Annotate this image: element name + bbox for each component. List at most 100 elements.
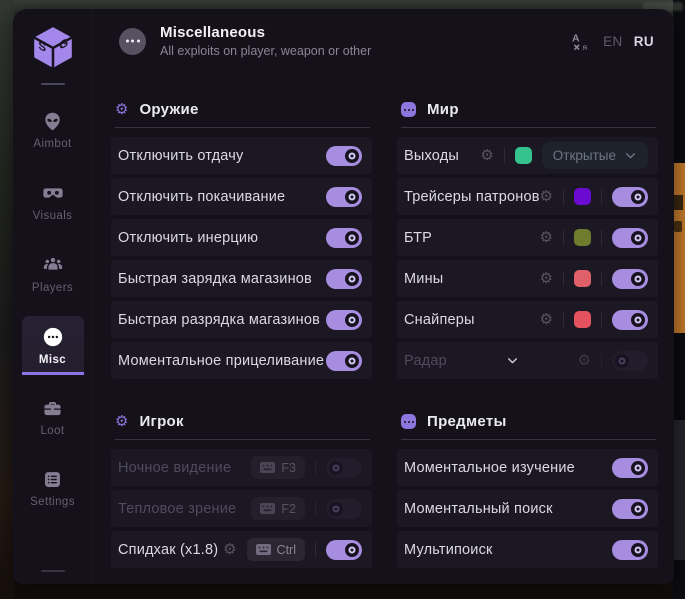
keybind-label: Ctrl: [277, 543, 296, 557]
toggle-switch[interactable]: [612, 458, 648, 478]
section-divider: [115, 127, 370, 128]
row-controls: ⚙: [540, 310, 648, 330]
sidebar-item-loot[interactable]: Loot: [22, 388, 84, 446]
toggle-switch[interactable]: [326, 540, 362, 560]
chevron-down-icon[interactable]: [506, 354, 519, 367]
toggle-switch[interactable]: [612, 499, 648, 519]
dropdown-select[interactable]: Открытые: [542, 142, 648, 169]
control-separator: [563, 312, 564, 327]
toggle-switch[interactable]: [326, 146, 362, 166]
setting-row: Снайперы⚙: [397, 301, 658, 338]
language-ru-button[interactable]: RU: [634, 34, 654, 49]
keybind-label: F2: [281, 502, 296, 516]
background-detail: [674, 420, 685, 560]
setting-row: Отключить отдачу: [111, 137, 372, 174]
group-icon: [42, 256, 64, 273]
setting-row: Выходы ⚙ Открытые: [397, 137, 658, 174]
toggle-switch[interactable]: [612, 187, 648, 207]
svg-text:A: A: [572, 32, 580, 44]
keybind-badge[interactable]: F2: [251, 497, 305, 520]
setting-label: Быстрая разрядка магазинов: [118, 312, 320, 328]
toggle-knob: [345, 543, 359, 557]
setting-row: Мины⚙: [397, 260, 658, 297]
row-spacer: [447, 354, 578, 367]
setting-label: Моментальное изучение: [404, 460, 575, 476]
content: ⚙ Оружие Отключить отдачуОтключить покач…: [93, 73, 674, 584]
control-separator: [315, 542, 316, 557]
background-left: [0, 0, 14, 599]
color-swatch[interactable]: [574, 229, 591, 246]
briefcase-icon: [42, 400, 63, 417]
background-orange-object: [673, 163, 685, 333]
chevron-down-icon: [624, 149, 637, 162]
setting-row: Отключить покачивание: [111, 178, 372, 215]
row-controls: [612, 499, 648, 519]
control-separator: [563, 230, 564, 245]
toggle-switch[interactable]: [612, 269, 648, 289]
sidebar-item-aimbot[interactable]: Aimbot: [22, 101, 84, 159]
sidebar-item-players[interactable]: Players: [22, 244, 84, 303]
gear-icon[interactable]: ⚙: [540, 230, 553, 245]
page-ellipsis-circle-icon: [119, 28, 146, 55]
sidebar-item-settings[interactable]: Settings: [22, 459, 84, 517]
page-subtitle: All exploits on player, weapon or other: [160, 44, 371, 58]
language-en-button[interactable]: EN: [603, 34, 623, 49]
toggle-switch[interactable]: [326, 187, 362, 207]
color-swatch[interactable]: [515, 147, 532, 164]
keybind-badge[interactable]: Ctrl: [247, 538, 305, 561]
sidebar-item-label: Aimbot: [22, 138, 84, 150]
gear-icon[interactable]: ⚙: [540, 271, 553, 286]
gear-icon[interactable]: ⚙: [540, 312, 553, 327]
sidebar-item-label: Loot: [22, 425, 84, 437]
setting-label: Отключить покачивание: [118, 189, 285, 205]
svg-text:я: я: [583, 42, 588, 52]
control-separator: [563, 271, 564, 286]
app-logo-icon: S G: [30, 25, 76, 71]
svg-text:S: S: [38, 38, 46, 55]
color-swatch[interactable]: [574, 188, 591, 205]
page-header: Miscellaneous All exploits on player, we…: [93, 9, 674, 73]
keybind-badge[interactable]: F3: [251, 456, 305, 479]
toggle-switch[interactable]: [612, 351, 648, 371]
setting-label: Спидхак (x1.8): [118, 542, 218, 558]
row-controls: [326, 146, 362, 166]
setting-row: Быстрая разрядка магазинов: [111, 301, 372, 338]
toggle-switch[interactable]: [326, 269, 362, 289]
gear-icon[interactable]: ⚙: [540, 189, 553, 204]
section-world: Мир Выходы⚙ОткрытыеТрейсеры патронов⚙БТР…: [397, 93, 658, 379]
translate-icon[interactable]: A я: [571, 31, 592, 52]
toggle-switch[interactable]: [612, 540, 648, 560]
toggle-switch[interactable]: [326, 228, 362, 248]
setting-label: Быстрая зарядка магазинов: [118, 271, 312, 287]
toggle-knob: [345, 149, 359, 163]
toggle-switch[interactable]: [326, 458, 362, 478]
setting-row: Моментальный поиск: [397, 490, 658, 527]
toggle-switch[interactable]: [612, 228, 648, 248]
control-separator: [601, 312, 602, 327]
toggle-knob: [631, 461, 645, 475]
sidebar-item-misc[interactable]: Misc: [22, 316, 84, 375]
list-icon: [42, 471, 63, 488]
setting-row: Тепловое зрениеF2: [111, 490, 372, 527]
setting-label: БТР: [404, 230, 432, 246]
section-items: Предметы Моментальное изучениеМоментальн…: [397, 405, 658, 568]
row-controls: [326, 351, 362, 371]
sidebar-item-label: Settings: [22, 496, 84, 508]
row-controls: F3: [251, 456, 362, 479]
row-controls: [326, 187, 362, 207]
toggle-switch[interactable]: [326, 499, 362, 519]
toggle-switch[interactable]: [326, 351, 362, 371]
setting-row: Быстрая зарядка магазинов: [111, 260, 372, 297]
keyboard-icon: [256, 544, 271, 555]
sidebar-item-visuals[interactable]: Visuals: [22, 172, 84, 231]
toggle-switch[interactable]: [326, 310, 362, 330]
ellipsis-circle-icon: [42, 328, 64, 345]
toggle-switch[interactable]: [612, 310, 648, 330]
keyboard-icon: [260, 503, 275, 514]
color-swatch[interactable]: [574, 270, 591, 287]
gear-icon[interactable]: ⚙: [480, 148, 493, 163]
color-swatch[interactable]: [574, 311, 591, 328]
gear-icon[interactable]: ⚙: [223, 542, 236, 557]
setting-label: Выходы: [404, 148, 459, 164]
gear-icon[interactable]: ⚙: [578, 353, 591, 368]
